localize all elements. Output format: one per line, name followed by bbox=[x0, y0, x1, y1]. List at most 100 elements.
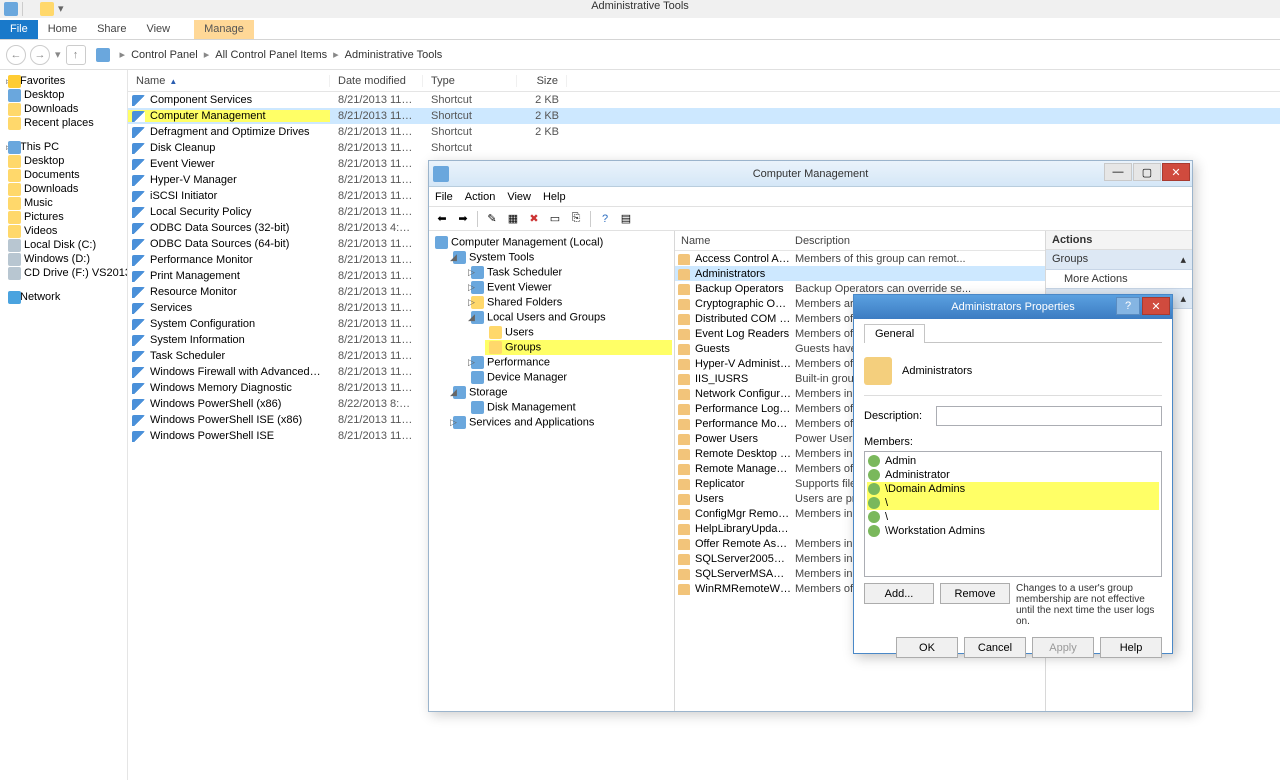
apply-button[interactable]: Apply bbox=[1032, 637, 1094, 658]
nav-thispc[interactable]: ▹This PC bbox=[6, 140, 127, 154]
tree-performance[interactable]: ▷Performance bbox=[467, 355, 672, 370]
panes-icon[interactable]: ▤ bbox=[617, 210, 635, 228]
up-button[interactable]: ↑ bbox=[66, 45, 86, 65]
tree-local-users[interactable]: ◢Local Users and Groups bbox=[467, 310, 672, 325]
remove-button[interactable]: Remove bbox=[940, 583, 1010, 604]
nav-videos[interactable]: Videos bbox=[6, 224, 127, 238]
chevron-icon[interactable]: ▸ bbox=[120, 48, 126, 61]
properties-icon[interactable] bbox=[40, 2, 54, 16]
add-button[interactable]: Add... bbox=[864, 583, 934, 604]
member-item[interactable]: Admin bbox=[867, 454, 1159, 468]
column-headers[interactable]: Name▲ Date modified Type Size bbox=[128, 70, 1280, 92]
menu-help[interactable]: Help bbox=[543, 191, 566, 203]
cancel-button[interactable]: Cancel bbox=[964, 637, 1026, 658]
tree-root[interactable]: Computer Management (Local) bbox=[431, 235, 672, 250]
ok-button[interactable]: OK bbox=[896, 637, 958, 658]
breadcrumb[interactable]: ▸ Control Panel ▸ All Control Panel Item… bbox=[120, 47, 445, 63]
nav-d-drive[interactable]: Windows (D:) bbox=[6, 252, 127, 266]
mmc-titlebar[interactable]: Computer Management — ▢ ✕ bbox=[429, 161, 1192, 187]
tree-device-manager[interactable]: Device Manager bbox=[467, 370, 672, 385]
new-icon[interactable]: ✎ bbox=[483, 210, 501, 228]
tree-event-viewer[interactable]: ▷Event Viewer bbox=[467, 280, 672, 295]
grid-icon[interactable]: ▦ bbox=[504, 210, 522, 228]
nav-c-drive[interactable]: Local Disk (C:) bbox=[6, 238, 127, 252]
nav-recent[interactable]: Recent places bbox=[6, 116, 127, 130]
nav-desktop2[interactable]: Desktop bbox=[6, 154, 127, 168]
col-name[interactable]: Name bbox=[675, 235, 791, 247]
menu-action[interactable]: Action bbox=[465, 191, 496, 203]
help-icon[interactable]: ? bbox=[596, 210, 614, 228]
nav-desktop[interactable]: Desktop bbox=[6, 88, 127, 102]
chevron-icon[interactable]: ▸ bbox=[333, 48, 339, 61]
crumb-0[interactable]: Control Panel bbox=[129, 47, 200, 63]
group-row[interactable]: Access Control Assist...Members of this … bbox=[675, 251, 1045, 266]
menu-file[interactable]: File bbox=[435, 191, 453, 203]
tab-manage[interactable]: Manage bbox=[194, 20, 254, 39]
member-item[interactable]: \ bbox=[867, 496, 1159, 510]
menu-view[interactable]: View bbox=[507, 191, 531, 203]
tab-home[interactable]: Home bbox=[38, 20, 87, 39]
help-button[interactable]: Help bbox=[1100, 637, 1162, 658]
back-button[interactable]: ← bbox=[6, 45, 26, 65]
nav-downloads[interactable]: Downloads bbox=[6, 102, 127, 116]
description-input[interactable] bbox=[936, 406, 1162, 426]
group-row[interactable]: Administrators bbox=[675, 266, 1045, 281]
nav-favorites[interactable]: ▹Favorites bbox=[6, 74, 127, 88]
forward-button[interactable]: → bbox=[30, 45, 50, 65]
nav-cd-drive[interactable]: CD Drive (F:) VS2013 bbox=[6, 266, 127, 280]
file-row[interactable]: Defragment and Optimize Drives8/21/2013 … bbox=[128, 124, 1280, 140]
file-row[interactable]: Computer Management8/21/2013 11:54 PMSho… bbox=[128, 108, 1280, 124]
export-icon[interactable]: ⎘ bbox=[567, 210, 585, 228]
tab-share[interactable]: Share bbox=[87, 20, 136, 39]
chevron-icon[interactable]: ▸ bbox=[204, 48, 210, 61]
nav-pictures[interactable]: Pictures bbox=[6, 210, 127, 224]
tab-general[interactable]: General bbox=[864, 324, 925, 343]
nav-documents[interactable]: Documents bbox=[6, 168, 127, 182]
col-size[interactable]: Size bbox=[517, 75, 567, 87]
member-item[interactable]: \ bbox=[867, 510, 1159, 524]
col-name[interactable]: Name▲ bbox=[128, 75, 330, 87]
tree-disk-management[interactable]: Disk Management bbox=[467, 400, 672, 415]
collapse-icon[interactable]: ▴ bbox=[1180, 292, 1186, 305]
recent-dropdown-icon[interactable]: ▾ bbox=[55, 48, 61, 61]
maximize-button[interactable]: ▢ bbox=[1133, 163, 1161, 181]
dlg-titlebar[interactable]: Administrators Properties ? ✕ bbox=[854, 295, 1172, 319]
tab-view[interactable]: View bbox=[136, 20, 180, 39]
file-row[interactable]: Component Services8/21/2013 11:57 PMShor… bbox=[128, 92, 1280, 108]
tree-users[interactable]: Users bbox=[485, 325, 672, 340]
members-listbox[interactable]: AdminAdministrator\Domain Admins\\\Works… bbox=[864, 451, 1162, 577]
tree-shared-folders[interactable]: ▷Shared Folders bbox=[467, 295, 672, 310]
crumb-1[interactable]: All Control Panel Items bbox=[213, 47, 329, 63]
crumb-2[interactable]: Administrative Tools bbox=[343, 47, 445, 63]
minimize-button[interactable]: — bbox=[1104, 163, 1132, 181]
tree-storage[interactable]: ◢Storage bbox=[449, 385, 672, 400]
file-row[interactable]: Disk Cleanup8/21/2013 11:57 PMShortcut bbox=[128, 140, 1280, 156]
tree-task-scheduler[interactable]: ▷Task Scheduler bbox=[467, 265, 672, 280]
tree-groups[interactable]: Groups bbox=[485, 340, 672, 355]
dlg-help-button[interactable]: ? bbox=[1116, 297, 1140, 315]
member-item[interactable]: \Domain Admins bbox=[867, 482, 1159, 496]
nav-downloads2[interactable]: Downloads bbox=[6, 182, 127, 196]
col-type[interactable]: Type bbox=[423, 75, 517, 87]
member-item[interactable]: Administrator bbox=[867, 468, 1159, 482]
forward-icon[interactable]: ➡ bbox=[454, 210, 472, 228]
props-icon[interactable]: ▭ bbox=[546, 210, 564, 228]
dlg-close-button[interactable]: ✕ bbox=[1142, 297, 1170, 315]
groups-column-headers[interactable]: Name Description bbox=[675, 231, 1045, 251]
tree-services-apps[interactable]: ▷Services and Applications bbox=[449, 415, 672, 430]
actions-more[interactable]: More Actions bbox=[1046, 270, 1192, 288]
dlg-title: Administrators Properties bbox=[951, 301, 1075, 313]
delete-icon[interactable]: ✖ bbox=[525, 210, 543, 228]
qat-dropdown-icon[interactable]: ▾ bbox=[58, 2, 72, 16]
nav-music[interactable]: Music bbox=[6, 196, 127, 210]
tree-system-tools[interactable]: ◢System Tools bbox=[449, 250, 672, 265]
back-icon[interactable]: ⬅ bbox=[433, 210, 451, 228]
collapse-icon[interactable]: ▴ bbox=[1180, 253, 1186, 266]
member-item[interactable]: \Workstation Admins bbox=[867, 524, 1159, 538]
col-description[interactable]: Description bbox=[791, 235, 1045, 247]
actions-section-groups[interactable]: Groups▴ bbox=[1046, 250, 1192, 270]
tab-file[interactable]: File bbox=[0, 20, 38, 39]
nav-network[interactable]: Network bbox=[6, 290, 127, 304]
col-date[interactable]: Date modified bbox=[330, 75, 423, 87]
close-button[interactable]: ✕ bbox=[1162, 163, 1190, 181]
